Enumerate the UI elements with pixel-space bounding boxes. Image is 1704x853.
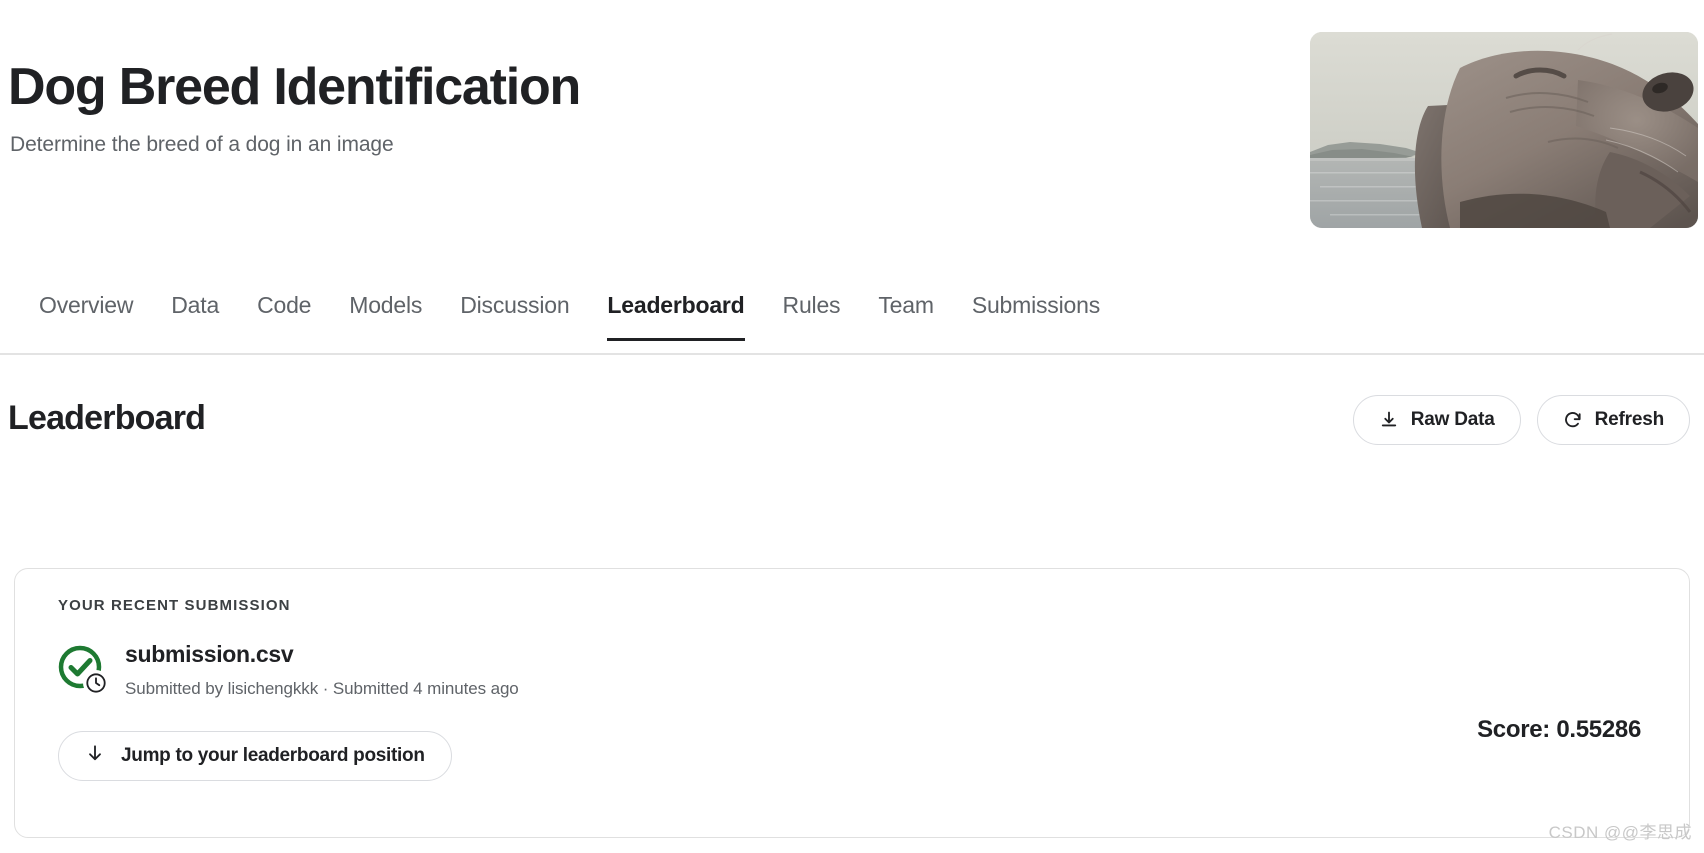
tab-models[interactable]: Models <box>330 285 441 341</box>
download-icon <box>1379 410 1399 430</box>
kaggle-leaderboard-page: Dog Breed Identification Determine the b… <box>0 0 1704 853</box>
refresh-button[interactable]: Refresh <box>1536 395 1690 445</box>
tab-label: Data <box>171 292 220 318</box>
tab-code[interactable]: Code <box>238 285 330 341</box>
section-title: Leaderboard <box>8 399 206 437</box>
tab-overview[interactable]: Overview <box>20 285 152 341</box>
tab-leaderboard[interactable]: Leaderboard <box>588 285 763 341</box>
tab-team[interactable]: Team <box>859 285 952 341</box>
tab-submissions[interactable]: Submissions <box>953 285 1119 341</box>
submission-status-icon <box>57 644 109 696</box>
pending-clock-badge <box>83 670 109 696</box>
competition-tabbar: Overview Data Code Models Discussion Lea… <box>0 285 1704 355</box>
clock-icon <box>86 673 106 693</box>
tab-label: Rules <box>782 292 841 318</box>
leaderboard-section-header: Leaderboard Raw Data Refresh <box>0 385 1704 465</box>
tab-discussion[interactable]: Discussion <box>441 285 588 341</box>
tab-label: Leaderboard <box>607 292 745 318</box>
jump-button-label: Jump to your leaderboard position <box>121 744 425 766</box>
refresh-icon <box>1563 410 1583 430</box>
submission-row: submission.csv Submitted by lisichengkkk… <box>57 641 1659 743</box>
arrow-down-icon <box>85 742 105 770</box>
tab-label: Overview <box>39 292 134 318</box>
refresh-label: Refresh <box>1594 409 1665 430</box>
submission-score: Score: 0.55286 <box>1477 716 1641 743</box>
submission-meta: Submitted by lisichengkkk · Submitted 4 … <box>125 678 519 698</box>
tab-label: Models <box>349 292 423 318</box>
competition-header: Dog Breed Identification Determine the b… <box>0 0 1704 355</box>
page-title: Dog Breed Identification <box>8 58 581 116</box>
raw-data-button[interactable]: Raw Data <box>1352 395 1521 445</box>
jump-to-leaderboard-position-button[interactable]: Jump to your leaderboard position <box>58 730 452 781</box>
leaderboard-actions: Raw Data Refresh <box>1352 395 1690 445</box>
tab-label: Discussion <box>460 292 570 318</box>
tab-label: Code <box>257 292 312 318</box>
tab-label: Submissions <box>971 292 1100 318</box>
recent-submission-label: YOUR RECENT SUBMISSION <box>58 597 291 614</box>
page-subtitle: Determine the breed of a dog in an image <box>10 133 394 156</box>
tab-data[interactable]: Data <box>152 285 238 341</box>
submission-filename: submission.csv <box>125 641 294 667</box>
tab-label: Team <box>878 292 934 318</box>
recent-submission-card: YOUR RECENT SUBMISSION submission.csv Su… <box>14 568 1690 838</box>
tab-rules[interactable]: Rules <box>764 285 860 341</box>
submission-details: submission.csv Submitted by lisichengkkk… <box>125 641 519 699</box>
raw-data-label: Raw Data <box>1410 409 1495 430</box>
competition-hero-image <box>1310 32 1698 228</box>
dog-photo-illustration <box>1310 32 1698 228</box>
